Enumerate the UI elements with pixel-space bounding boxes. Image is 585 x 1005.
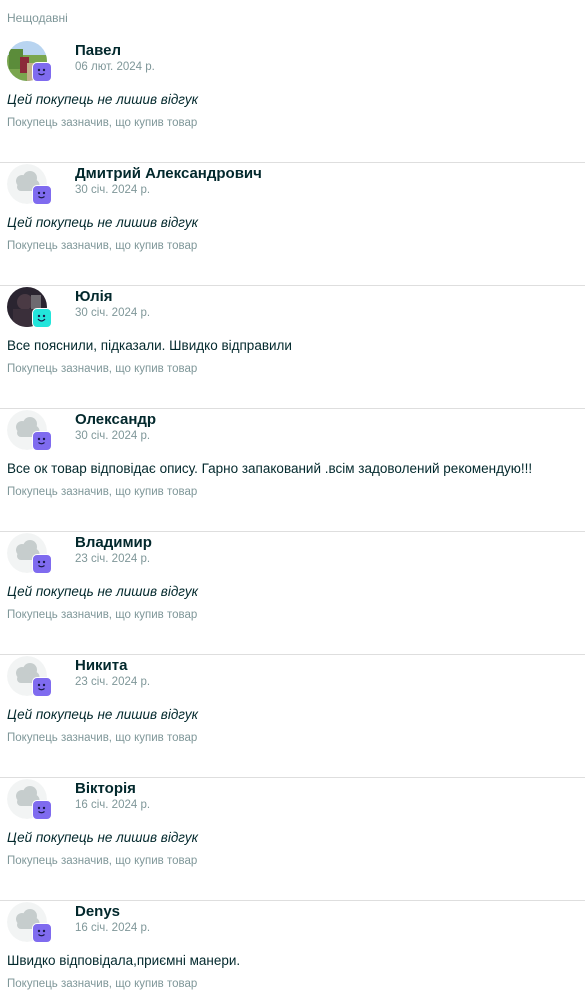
avatar-wrap [7,779,53,821]
avatar-wrap [7,164,53,206]
review-text: Цей покупець не лишив відгук [7,92,199,107]
review-item: Denys 16 січ. 2024 р. Швидко відповідала… [0,901,585,1005]
review-date: 23 січ. 2024 р. [75,676,151,688]
avatar-wrap [7,41,53,83]
review-item: Юлія 30 січ. 2024 р. Все пояснили, підка… [0,286,585,409]
review-date: 30 січ. 2024 р. [75,184,151,196]
review-text: Цей покупець не лишив відгук [7,215,199,230]
review-text: Все пояснили, підказали. Швидко відправи… [7,338,292,353]
reviewer-name: Вікторія [75,780,136,797]
review-date: 06 лют. 2024 р. [75,61,155,73]
smile-badge-icon [32,800,52,820]
purchase-note: Покупець зазначив, що купив товар [7,363,198,375]
review-text: Цей покупець не лишив відгук [7,830,199,845]
review-text: Цей покупець не лишив відгук [7,707,199,722]
review-item: Олександр 30 січ. 2024 р. Все ок товар в… [0,409,585,532]
review-item: Павел 06 лют. 2024 р. Цей покупець не ли… [0,40,585,163]
reviewer-name: Denys [75,903,121,920]
purchase-note: Покупець зазначив, що купив товар [7,609,198,621]
smile-badge-icon [32,677,52,697]
avatar-wrap [7,902,53,944]
review-date: 16 січ. 2024 р. [75,799,151,811]
reviewer-name: Юлія [75,288,113,305]
purchase-note: Покупець зазначив, що купив товар [7,978,198,990]
purchase-note: Покупець зазначив, що купив товар [7,117,198,129]
reviewer-name: Дмитрий Александрович [75,165,262,182]
smile-badge-icon [32,308,52,328]
review-item: Владимир 23 січ. 2024 р. Цей покупець не… [0,532,585,655]
avatar-wrap [7,533,53,575]
avatar-wrap [7,410,53,452]
review-date: 30 січ. 2024 р. [75,307,151,319]
reviewer-name: Павел [75,42,122,59]
review-text: Швидко відповідала,приємні манери. [7,953,241,968]
reviewer-name: Владимир [75,534,152,551]
purchase-note: Покупець зазначив, що купив товар [7,732,198,744]
section-title: Нещодавні [7,11,68,25]
reviewer-name: Олександр [75,411,157,428]
review-date: 30 січ. 2024 р. [75,430,151,442]
reviews-page: Нещодавні Павел 06 лют. 2024 р. Цей поку… [0,0,585,1005]
review-date: 16 січ. 2024 р. [75,922,151,934]
avatar-wrap [7,287,53,329]
purchase-note: Покупець зазначив, що купив товар [7,855,198,867]
smile-badge-icon [32,431,52,451]
smile-badge-icon [32,185,52,205]
reviewer-name: Никита [75,657,128,674]
review-item: Дмитрий Александрович 30 січ. 2024 р. Це… [0,163,585,286]
purchase-note: Покупець зазначив, що купив товар [7,240,198,252]
review-item: Вікторія 16 січ. 2024 р. Цей покупець не… [0,778,585,901]
review-date: 23 січ. 2024 р. [75,553,151,565]
smile-badge-icon [32,923,52,943]
review-text: Цей покупець не лишив відгук [7,584,199,599]
purchase-note: Покупець зазначив, що купив товар [7,486,198,498]
smile-badge-icon [32,62,52,82]
avatar-wrap [7,656,53,698]
review-item: Никита 23 січ. 2024 р. Цей покупець не л… [0,655,585,778]
review-text: Все ок товар відповідає опису. Гарно зап… [7,461,533,476]
smile-badge-icon [32,554,52,574]
